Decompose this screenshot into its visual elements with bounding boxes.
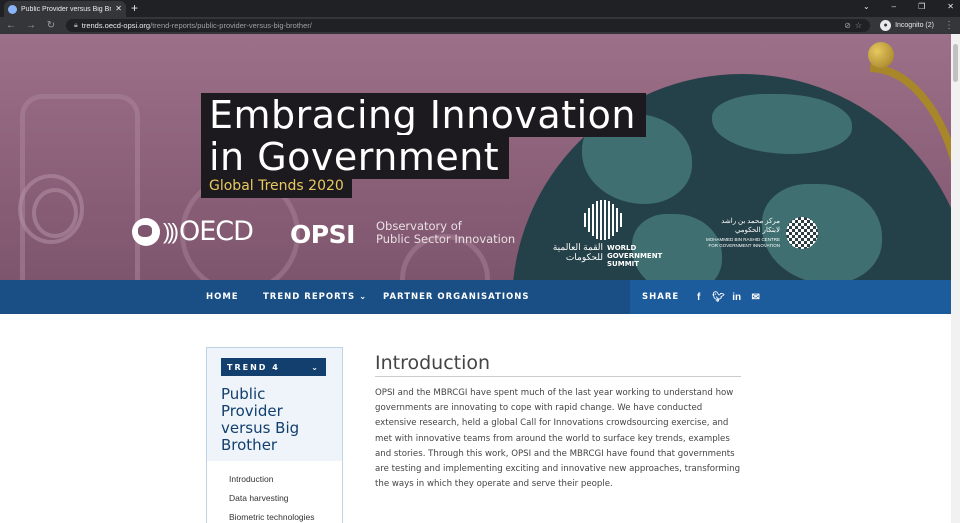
fingerprint-icon (18, 174, 84, 244)
twitter-icon[interactable]: 🐦︎ (712, 292, 725, 303)
nav-partner-organisations[interactable]: PARTNER ORGANISATIONS (383, 292, 529, 302)
sidebar-item-data-harvesting[interactable]: Data harvesting (229, 494, 342, 503)
intro-paragraph: OPSI and the MBRCGI have spent much of t… (375, 388, 741, 490)
chevron-down-icon: ⌄ (311, 362, 320, 372)
hero-banner: Embracing Innovation in Government Globa… (0, 34, 951, 280)
sidebar-item-biometric-technologies[interactable]: Biometric technologies (229, 513, 342, 522)
globe-icon (132, 218, 160, 246)
menu-icon[interactable]: ⋮ (944, 20, 954, 31)
chevron-down-icon[interactable]: ⌄ (863, 2, 870, 11)
nav-home[interactable]: HOME (206, 292, 239, 302)
url-host: trends.oecd-opsi.org (81, 21, 151, 30)
mbrcgi-mark-icon (786, 217, 818, 249)
forward-icon[interactable]: → (26, 20, 36, 31)
incognito-icon: ● (880, 20, 892, 31)
chevron-down-icon: ⌄ (359, 292, 368, 302)
window-controls: ⌄ – ❐ ✕ (863, 2, 954, 11)
divider (375, 376, 741, 377)
main-nav: HOME TREND REPORTS ⌄ PARTNER ORGANISATIO… (0, 280, 951, 314)
close-window-icon[interactable]: ✕ (947, 2, 954, 11)
browser-toolbar: ← → ↻ 🔒︎ trends.oecd-opsi.org/trend-repo… (0, 17, 960, 34)
globe-stand (870, 64, 951, 244)
linkedin-icon[interactable]: in (731, 292, 742, 303)
mbrcgi-logo[interactable]: مركز محمد بن راشد لابتكار الحكومي MOHAMM… (700, 217, 830, 257)
share-bar: SHARE f 🐦︎ in ✉ (630, 280, 951, 314)
scrollbar-thumb[interactable] (953, 44, 958, 82)
close-tab-icon[interactable]: ✕ (115, 5, 122, 13)
hero-subtitle: Global Trends 2020 (201, 175, 352, 198)
hero-title-line1: Embracing Innovation (201, 93, 646, 137)
world-government-summit-logo[interactable]: القمة العالمية للحكومات WORLD GOVERNMENT… (545, 199, 665, 269)
browser-tab[interactable]: Public Provider versus Big Brothe ✕ (4, 1, 126, 17)
incognito-label: Incognito (2) (895, 22, 934, 29)
page-viewport: Embracing Innovation in Government Globa… (0, 34, 960, 523)
trend-dropdown-label: TREND 4 (227, 362, 280, 372)
sidebar-item-introduction[interactable]: Introduction (229, 475, 342, 484)
scrollbar[interactable] (951, 34, 960, 523)
wgs-mark-icon (584, 199, 624, 241)
sidebar-list: Introduction Data harvesting Biometric t… (207, 461, 342, 522)
oecd-logo[interactable]: ))) OECD (132, 218, 254, 246)
email-icon[interactable]: ✉ (750, 292, 761, 303)
star-icon[interactable]: ☆ (855, 21, 862, 30)
url-path: /trend-reports/public-provider-versus-bi… (150, 21, 312, 30)
facebook-icon[interactable]: f (693, 292, 704, 303)
hero-title-line2: in Government (201, 135, 510, 179)
nav-trend-reports[interactable]: TREND REPORTS ⌄ (263, 292, 367, 302)
tab-title: Public Provider versus Big Brothe (21, 5, 111, 13)
globe-knob (868, 42, 894, 68)
minimize-icon[interactable]: – (892, 2, 896, 11)
back-icon[interactable]: ← (6, 20, 16, 31)
browser-tab-strip: Public Provider versus Big Brothe ✕ + ⌄ … (0, 0, 960, 17)
opsi-subtitle: Observatory of Public Sector Innovation (376, 219, 516, 246)
reload-icon[interactable]: ↻ (46, 20, 56, 31)
address-bar[interactable]: 🔒︎ trends.oecd-opsi.org/trend-reports/pu… (66, 19, 871, 32)
restore-icon[interactable]: ❐ (918, 2, 925, 11)
section-heading: Introduction (375, 352, 491, 374)
sidebar-title: Public Provider versus Big Brother (221, 385, 300, 454)
lock-icon: 🔒︎ (74, 21, 78, 29)
share-label: SHARE (642, 292, 680, 302)
trend-dropdown[interactable]: TREND 4 ⌄ (221, 358, 326, 376)
trend-sidebar: TREND 4 ⌄ Public Provider versus Big Bro… (206, 347, 343, 523)
new-tab-icon[interactable]: + (131, 1, 138, 15)
favicon-icon (8, 4, 17, 14)
incognito-indicator[interactable]: ● Incognito (2) (880, 20, 934, 31)
eye-slash-icon[interactable]: ⊘ (844, 21, 851, 30)
opsi-logo[interactable]: OPSI (290, 220, 355, 249)
